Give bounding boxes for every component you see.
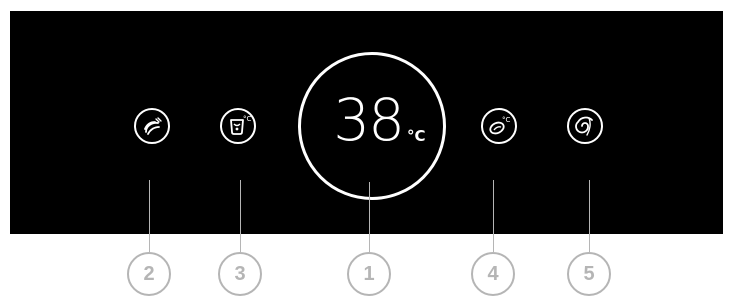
callout-line-4	[493, 180, 494, 252]
svg-text:°C: °C	[243, 115, 252, 123]
heat-waves-icon	[144, 117, 162, 135]
cup-temperature-icon: °C	[230, 115, 252, 135]
callout-line-5	[589, 180, 590, 252]
heat-waves-button[interactable]	[134, 108, 170, 144]
callout-1: 1	[347, 252, 391, 296]
callout-3: 3	[218, 252, 262, 296]
svg-text:°C: °C	[502, 116, 511, 124]
callout-2: 2	[127, 252, 171, 296]
callout-line-2	[149, 180, 150, 252]
dish-temperature-button[interactable]: °C	[481, 108, 517, 144]
callout-4: 4	[471, 252, 515, 296]
cup-temperature-button[interactable]: °C	[220, 108, 256, 144]
spiral-icon	[575, 116, 593, 136]
callout-line-3	[240, 180, 241, 252]
spiral-button[interactable]	[567, 108, 603, 144]
temperature-display[interactable]: 38 °C	[298, 52, 446, 200]
dish-temperature-icon: °C	[489, 116, 511, 135]
temperature-value: 38	[333, 86, 405, 154]
callout-5: 5	[567, 252, 611, 296]
callout-line-1	[369, 182, 370, 252]
temperature-unit: °C	[407, 127, 426, 145]
